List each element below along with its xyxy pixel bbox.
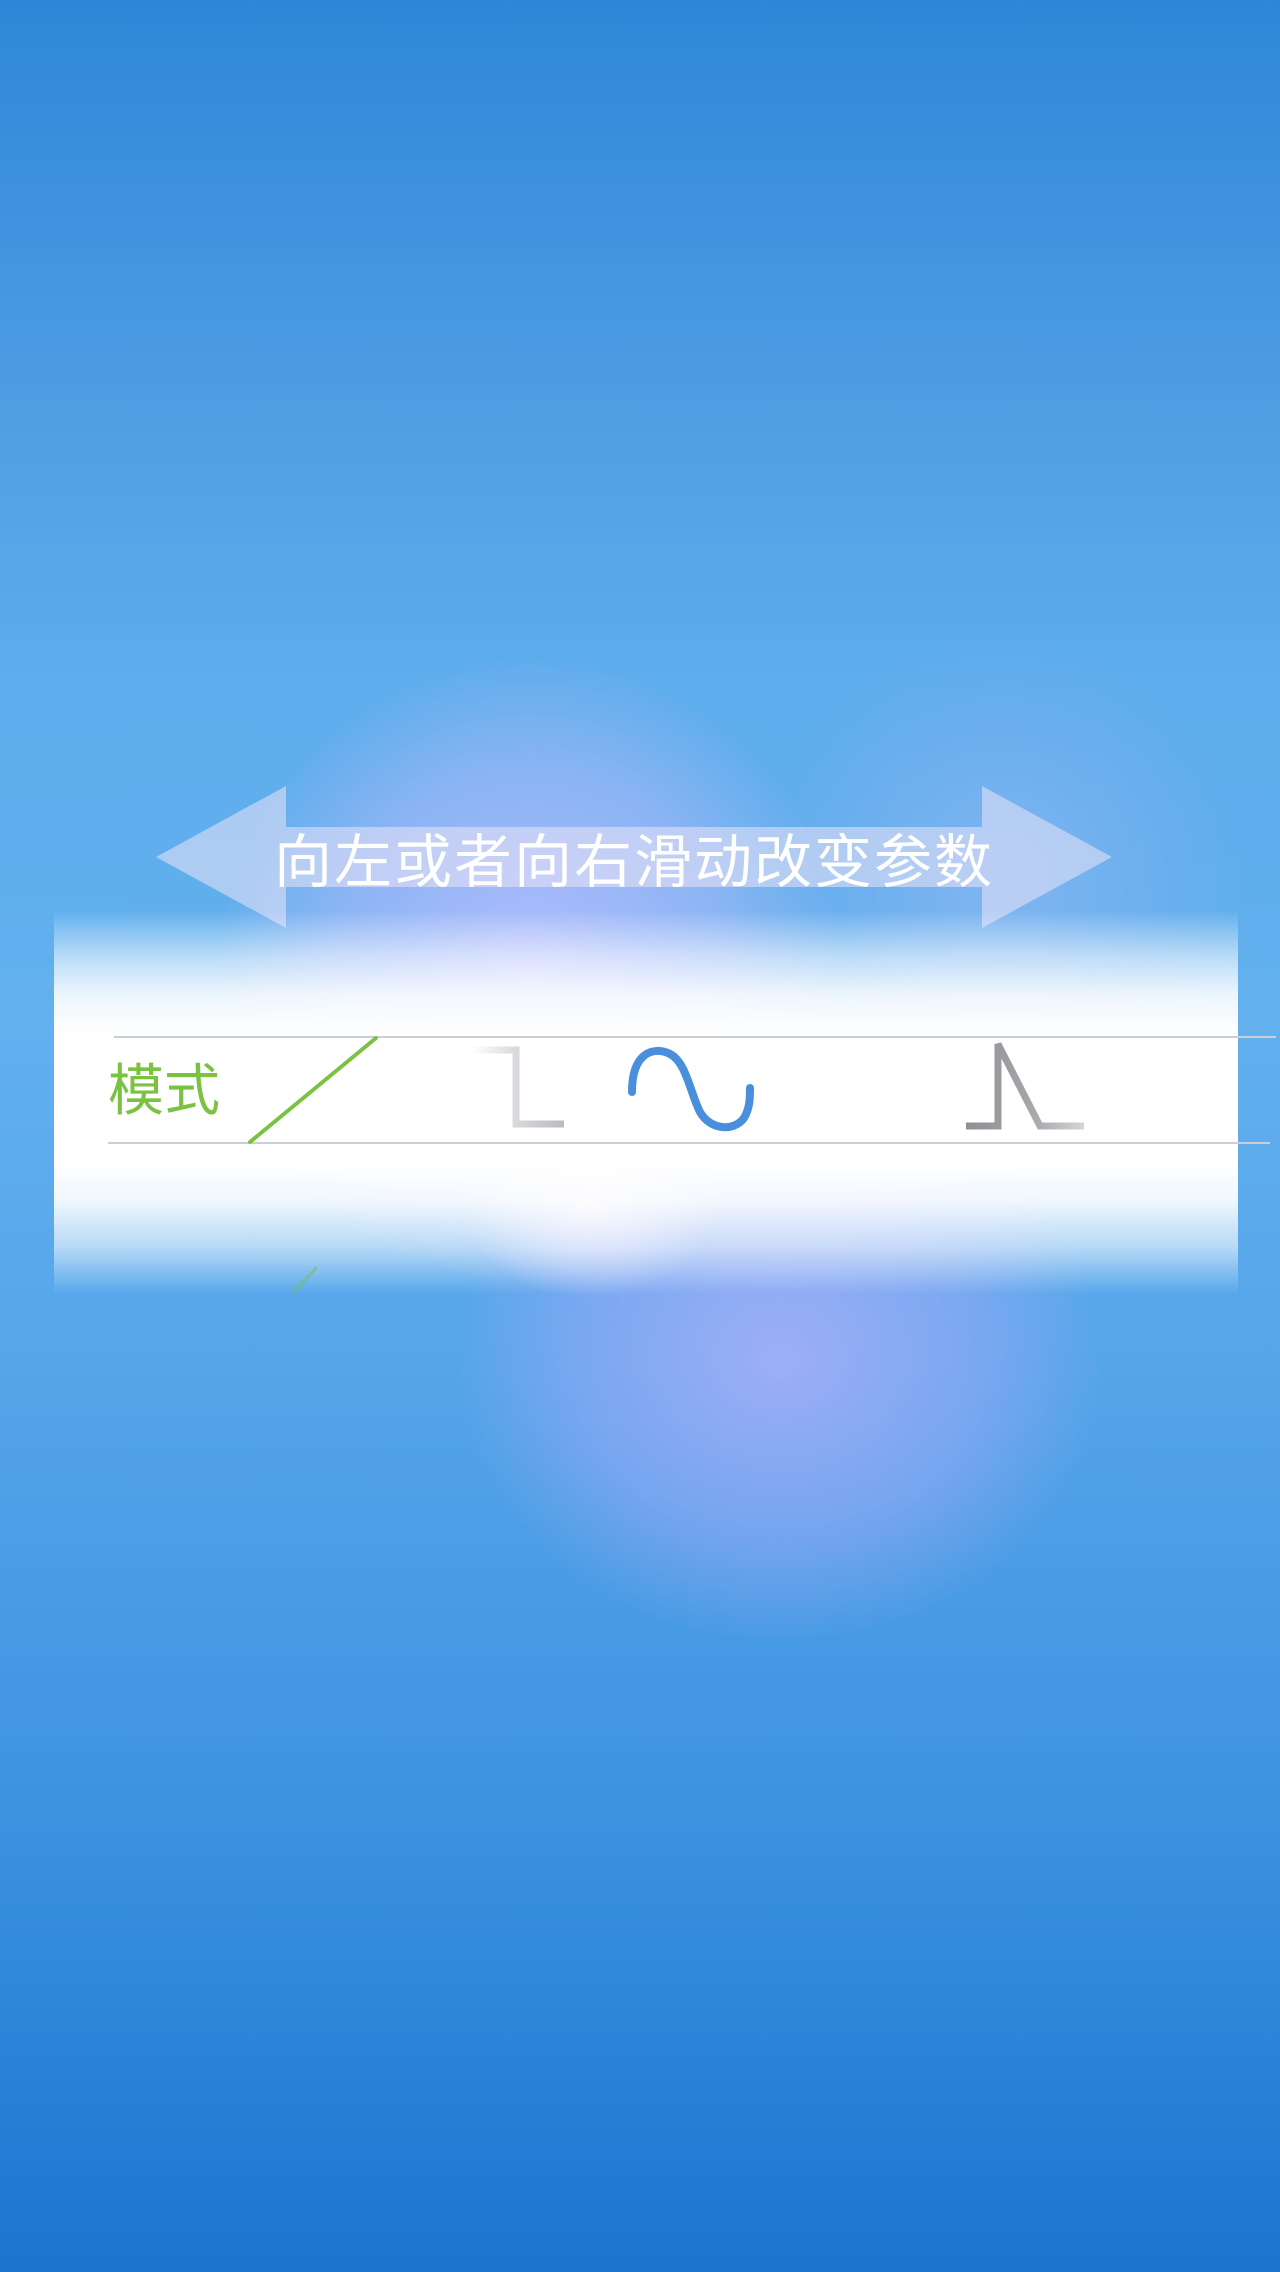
- mode-option-sine[interactable]: [624, 1042, 774, 1134]
- sine-wave-icon: [628, 1046, 754, 1131]
- step-wave-icon: [472, 1046, 564, 1128]
- mode-option-pulse[interactable]: [908, 1036, 1088, 1136]
- pulse-wave-icon: [966, 1042, 1084, 1130]
- swipe-hint-text: 向左或者向右滑动改变参数: [273, 828, 994, 896]
- ramp-reflection-icon: [292, 1266, 318, 1294]
- ramp-wave-icon: [248, 1036, 378, 1144]
- mode-option-step[interactable]: [406, 1042, 576, 1134]
- mode-label: 模式: [108, 1059, 220, 1124]
- swipe-hint: 向左或者向右滑动改变参数: [156, 786, 1112, 928]
- mode-option-ramp[interactable]: [242, 1034, 382, 1146]
- mode-picker[interactable]: 模式: [54, 910, 1276, 1294]
